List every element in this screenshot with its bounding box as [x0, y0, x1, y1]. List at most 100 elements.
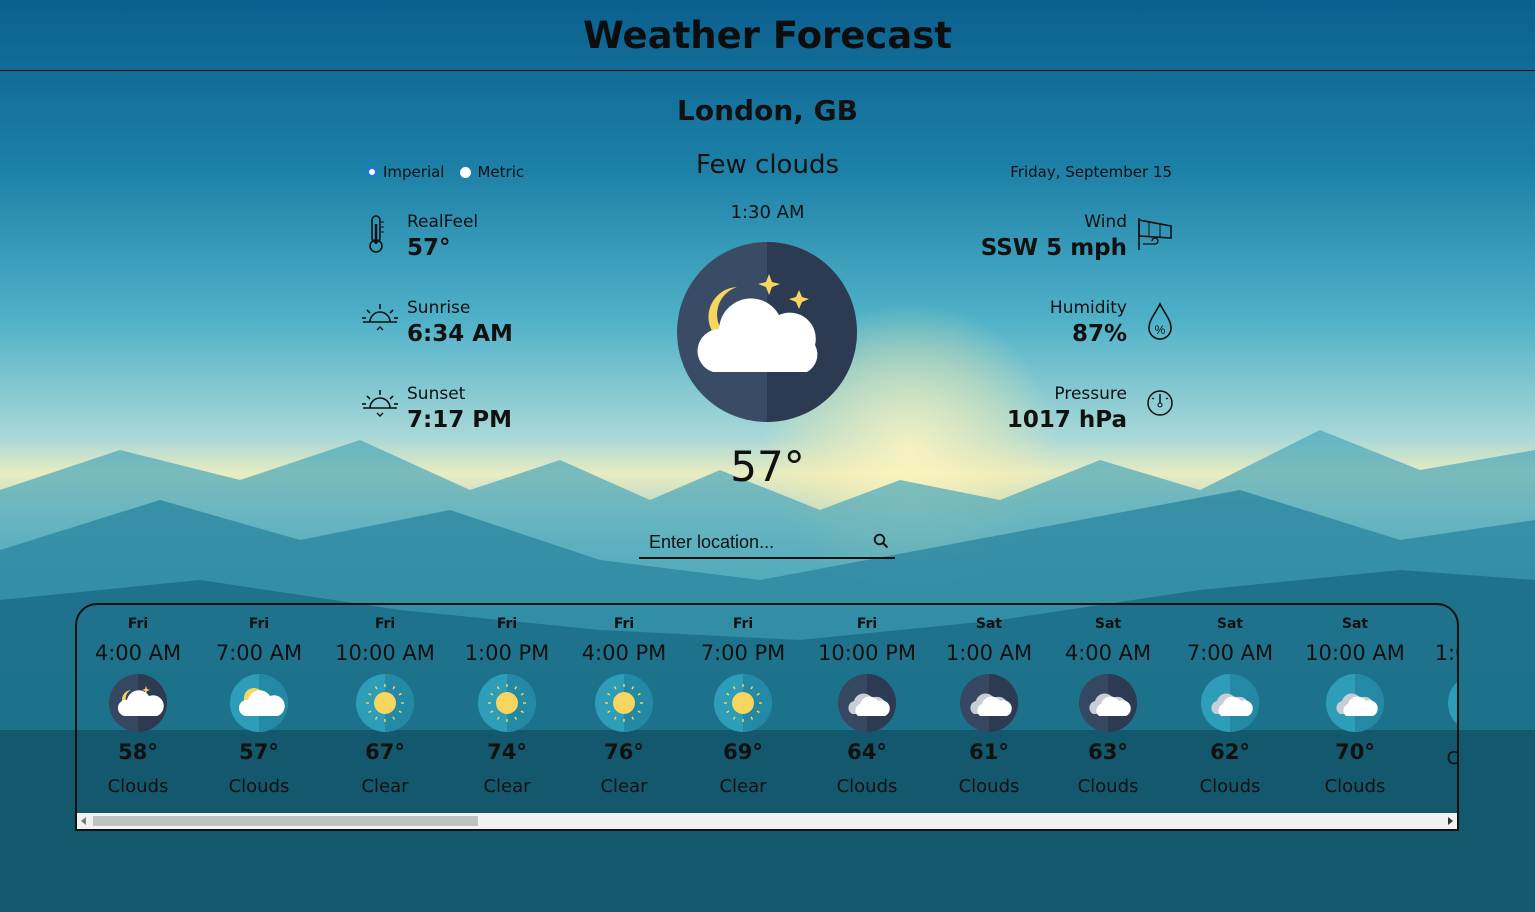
forecast-description: Clouds: [228, 776, 290, 797]
forecast-temp: 63°: [1088, 740, 1128, 764]
location-search-input[interactable]: [647, 528, 861, 556]
forecast-temp: 69°: [723, 740, 763, 764]
forecast-description: Clear: [600, 776, 648, 797]
search-icon[interactable]: [873, 533, 889, 549]
forecast-item: Fri 1:00 PM 74° Clear: [447, 605, 567, 797]
forecast-hour: 7:00 PM: [700, 641, 786, 665]
sunset-value: 7:17 PM: [407, 407, 512, 433]
unit-toggle: Imperial Metric: [367, 163, 524, 181]
scroll-right-arrow[interactable]: [1448, 817, 1453, 825]
forecast-item: Fri 4:00 PM 76° Clear: [564, 605, 684, 797]
forecast-description: Clear: [361, 776, 409, 797]
scroll-left-arrow[interactable]: [81, 817, 86, 825]
current-time: 1:30 AM: [730, 202, 805, 223]
forecast-description: Clouds: [1199, 776, 1261, 797]
forecast-day: Sat: [1417, 616, 1457, 632]
gauge-icon: [1147, 390, 1173, 416]
forecast-description: Clear: [483, 776, 531, 797]
sunrise-icon: [362, 304, 398, 331]
metric-radio[interactable]: [460, 166, 472, 178]
night-cloudy-icon: [838, 674, 896, 732]
forecast-hour: 1:00 AM: [945, 641, 1033, 665]
forecast-hour: 10:00 AM: [1305, 641, 1405, 665]
sunset-icon: [362, 390, 398, 417]
hourly-forecast-panel[interactable]: Fri 4:00 AM 58° Clouds Fri 7:00 AM 57° Clouds Fr…: [75, 603, 1459, 831]
humidity-value: 87%: [1071, 321, 1127, 347]
pressure-label: Pressure: [1054, 384, 1127, 404]
current-temperature: 57°: [730, 442, 805, 491]
forecast-hour: 4:00 AM: [94, 641, 182, 665]
forecast-hour: 7:00 AM: [1186, 641, 1274, 665]
forecast-temp: 76°: [604, 740, 644, 764]
forecast-temp: 62°: [1210, 740, 1250, 764]
realfeel-label: RealFeel: [407, 212, 479, 232]
forecast-day: Sat: [975, 616, 1003, 632]
forecast-temp: 70°: [1335, 740, 1375, 764]
forecast-day: Sat: [1094, 616, 1122, 632]
forecast-hour: 7:00 AM: [215, 641, 303, 665]
sunset-label: Sunset: [407, 384, 466, 404]
svg-text:%: %: [1155, 323, 1166, 337]
forecast-hour: 4:00 PM: [581, 641, 667, 665]
forecast-day: Fri: [732, 616, 754, 632]
app-title: Weather Forecast: [583, 14, 952, 57]
horizontal-scrollbar[interactable]: [77, 813, 1457, 829]
day-cloudy-icon: [1326, 674, 1384, 732]
forecast-item: Fri 7:00 PM 69° Clear: [683, 605, 803, 797]
forecast-description: Clouds: [958, 776, 1020, 797]
wind-value: SSW 5 mph: [980, 235, 1127, 261]
night-partly-cloudy-icon: [109, 674, 167, 732]
windsock-icon: [1138, 218, 1172, 250]
forecast-item: Sat 1:00 PM Clouds: [1417, 605, 1457, 769]
humidity-stat: % Humidity 87%: [1049, 298, 1172, 347]
forecast-temp: 58°: [118, 740, 158, 764]
forecast-description: Clouds: [107, 776, 169, 797]
scrollbar-thumb[interactable]: [93, 816, 478, 826]
forecast-track: Fri 4:00 AM 58° Clouds Fri 7:00 AM 57° Clouds Fr…: [77, 605, 1457, 815]
wind-label: Wind: [1084, 212, 1127, 232]
forecast-temp: 64°: [847, 740, 887, 764]
location-search: [639, 528, 895, 559]
forecast-hour: 1:00 PM: [1434, 641, 1457, 665]
forecast-description: Clouds: [1324, 776, 1386, 797]
forecast-day: Sat: [1341, 616, 1369, 632]
forecast-item: Sat 10:00 AM 70° Clouds: [1295, 605, 1415, 797]
forecast-item: Sat 1:00 AM 61° Clouds: [929, 605, 1049, 797]
sunset-stat: Sunset 7:17 PM: [362, 384, 512, 433]
forecast-item: Fri 10:00 PM 64° Clouds: [807, 605, 927, 797]
forecast-item: Fri 10:00 AM 67° Clear: [325, 605, 445, 797]
sunrise-stat: Sunrise 6:34 AM: [362, 298, 513, 347]
realfeel-stat: RealFeel 57°: [369, 212, 479, 261]
forecast-item: Fri 7:00 AM 57° Clouds: [199, 605, 319, 797]
forecast-day: Fri: [856, 616, 878, 632]
location-name: London, GB: [677, 94, 858, 127]
forecast-day: Fri: [127, 616, 149, 632]
forecast-item: Fri 4:00 AM 58° Clouds: [78, 605, 198, 797]
current-condition: Few clouds: [695, 150, 839, 180]
night-cloudy-icon: [1079, 674, 1137, 732]
forecast-day: Fri: [374, 616, 396, 632]
forecast-description: Clouds: [836, 776, 898, 797]
forecast-temp: 74°: [487, 740, 527, 764]
forecast-day: Sat: [1216, 616, 1244, 632]
day-cloudy-icon: [1201, 674, 1259, 732]
forecast-hour: 1:00 PM: [464, 641, 550, 665]
imperial-label[interactable]: Imperial: [383, 163, 444, 181]
forecast-day: Fri: [248, 616, 270, 632]
current-date: Friday, September 15: [1010, 163, 1172, 181]
humidity-label: Humidity: [1049, 298, 1127, 318]
forecast-item: Sat 7:00 AM 62° Clouds: [1170, 605, 1290, 797]
forecast-day: Fri: [496, 616, 518, 632]
pressure-value: 1017 hPa: [1006, 407, 1127, 433]
imperial-radio[interactable]: [367, 167, 377, 177]
metric-label[interactable]: Metric: [477, 163, 524, 181]
forecast-hour: 10:00 PM: [818, 641, 916, 665]
realfeel-value: 57°: [407, 235, 451, 261]
app-header: Weather Forecast: [0, 0, 1535, 71]
sun-icon: [714, 674, 772, 732]
partly-cloudy-icon: [230, 674, 288, 732]
forecast-temp: 67°: [365, 740, 405, 764]
night-cloudy-icon: [960, 674, 1018, 732]
sunrise-label: Sunrise: [407, 298, 471, 318]
forecast-hour: 10:00 AM: [335, 641, 435, 665]
